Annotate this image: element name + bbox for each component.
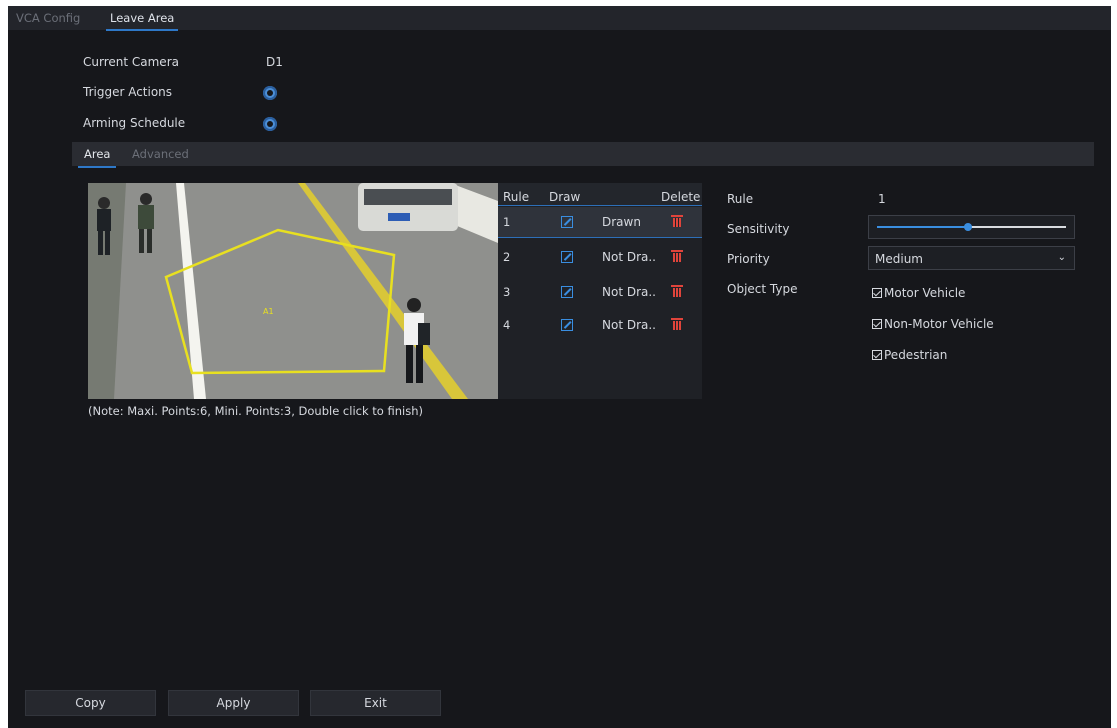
checkbox-label: Motor Vehicle <box>884 286 966 300</box>
rule-number: 4 <box>503 318 511 332</box>
tab-advanced[interactable]: Advanced <box>132 147 189 161</box>
rule-label: Rule <box>727 192 754 206</box>
van-windshield <box>364 189 452 205</box>
checkbox-checked-icon[interactable] <box>872 288 882 298</box>
checkbox-non-motor-vehicle[interactable]: Non-Motor Vehicle <box>872 313 994 332</box>
draw-status: Not Dra.. <box>602 250 656 264</box>
rule-number: 2 <box>503 250 511 264</box>
trigger-actions-label: Trigger Actions <box>83 85 173 99</box>
priority-select[interactable]: Medium ⌄ <box>868 246 1075 270</box>
current-camera-label: Current Camera <box>83 55 179 69</box>
rule-row-4[interactable]: 4 Not Dra.. <box>498 310 702 340</box>
van-plate <box>388 213 410 221</box>
checkbox-checked-icon[interactable] <box>872 350 882 360</box>
draw-edit-icon[interactable] <box>561 319 573 331</box>
tab-leave-area[interactable]: Leave Area <box>106 11 179 31</box>
draw-status: Drawn <box>602 215 641 229</box>
area-label: A1 <box>263 307 274 316</box>
checkbox-pedestrian[interactable]: Pedestrian <box>872 344 947 363</box>
delete-trash-icon[interactable] <box>671 250 683 262</box>
arming-schedule-gear-icon[interactable] <box>263 117 277 131</box>
object-type-label: Object Type <box>727 282 798 296</box>
rule-row-3[interactable]: 3 Not Dra.. <box>498 277 702 307</box>
header-draw: Draw <box>549 190 581 204</box>
priority-value: Medium <box>875 252 923 266</box>
slider-fill <box>877 226 968 228</box>
exit-button[interactable]: Exit <box>310 690 441 716</box>
slider-thumb[interactable] <box>963 223 972 231</box>
tab-area-label: Area <box>84 147 111 161</box>
copy-button[interactable]: Copy <box>25 690 156 716</box>
current-camera-value: D1 <box>266 55 283 69</box>
draw-edit-icon[interactable] <box>561 286 573 298</box>
arming-schedule-label: Arming Schedule <box>83 116 186 130</box>
delete-trash-icon[interactable] <box>671 285 683 297</box>
header-rule: Rule <box>503 190 530 204</box>
trigger-actions-gear-icon[interactable] <box>263 86 277 100</box>
active-subtab-underline <box>78 166 117 168</box>
sensitivity-slider[interactable] <box>868 215 1075 239</box>
checkbox-label: Non-Motor Vehicle <box>884 317 994 331</box>
rule-value: 1 <box>878 192 886 206</box>
draw-edit-icon[interactable] <box>561 216 573 228</box>
delete-trash-icon[interactable] <box>671 215 683 227</box>
rule-number: 3 <box>503 285 511 299</box>
tab-area[interactable]: Area <box>78 147 117 168</box>
top-tab-bar: VCA Config Leave Area <box>8 6 1111 31</box>
rule-number: 1 <box>503 215 511 229</box>
draw-status: Not Dra.. <box>602 318 656 332</box>
active-tab-underline <box>106 29 179 31</box>
slider-track <box>877 223 1066 231</box>
rule-table-header: Rule Draw Delete <box>498 183 702 206</box>
tab-leave-area-label: Leave Area <box>110 11 175 25</box>
road-scene: A1 <box>88 183 498 399</box>
checkbox-label: Pedestrian <box>884 348 948 362</box>
delete-trash-icon[interactable] <box>671 318 683 330</box>
rule-row-1[interactable]: 1 Drawn <box>498 207 702 238</box>
sub-tab-bar: Area Advanced <box>72 142 1094 168</box>
chevron-down-icon: ⌄ <box>1057 252 1066 263</box>
rule-table: Rule Draw Delete 1 Drawn 2 Not Dra.. 3 N… <box>498 183 702 399</box>
draw-status: Not Dra.. <box>602 285 656 299</box>
checkbox-checked-icon[interactable] <box>872 319 882 329</box>
rule-row-2[interactable]: 2 Not Dra.. <box>498 242 702 272</box>
drawing-note: (Note: Maxi. Points:6, Mini. Points:3, D… <box>88 404 423 418</box>
sensitivity-label: Sensitivity <box>727 222 790 236</box>
draw-edit-icon[interactable] <box>561 251 573 263</box>
apply-button[interactable]: Apply <box>168 690 299 716</box>
header-delete: Delete <box>661 190 701 204</box>
vca-config-window: VCA Config Leave Area Current Camera D1 … <box>8 6 1111 728</box>
priority-label: Priority <box>727 252 770 266</box>
tab-vca-config[interactable]: VCA Config <box>16 11 80 25</box>
camera-live-view[interactable]: A1 <box>88 183 498 399</box>
checkbox-motor-vehicle[interactable]: Motor Vehicle <box>872 282 965 301</box>
